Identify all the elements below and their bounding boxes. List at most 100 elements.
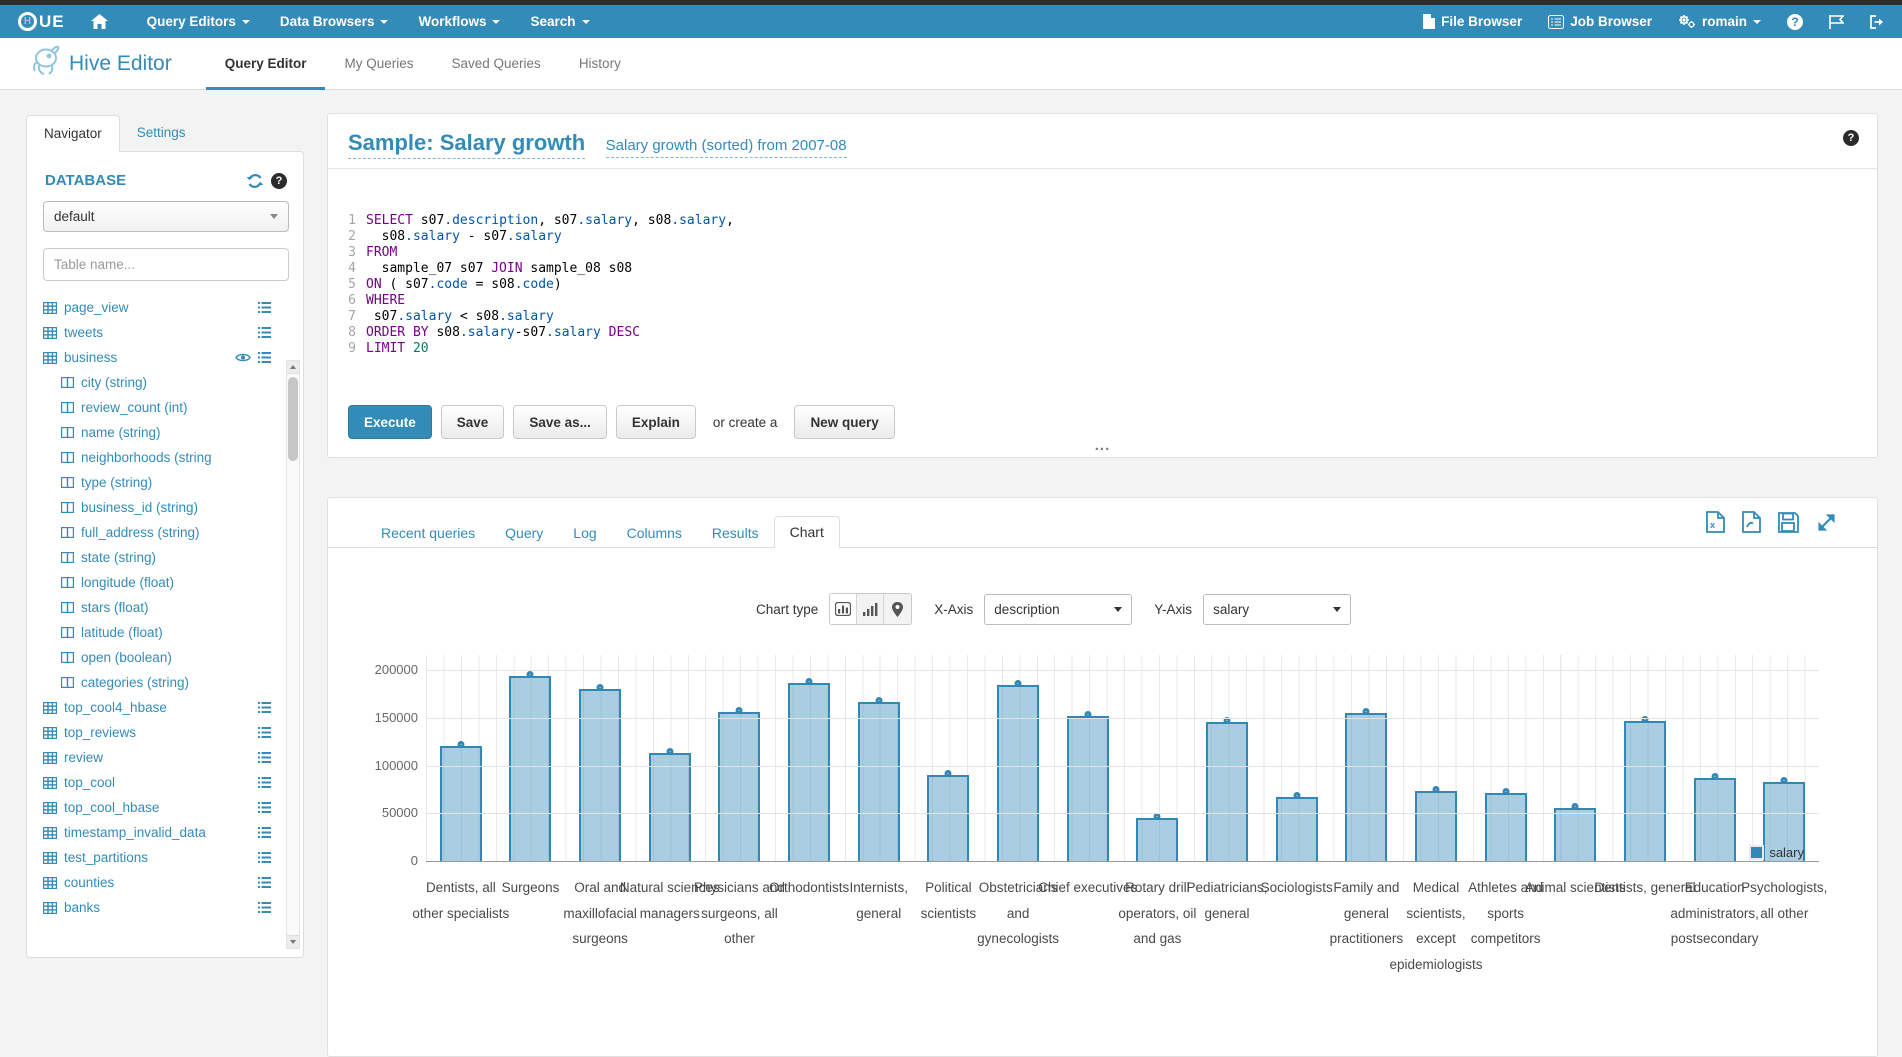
table-item-business[interactable]: business xyxy=(43,345,271,370)
help-icon[interactable]: ? xyxy=(1787,14,1803,30)
column-item-longitude[interactable]: longitude (float) xyxy=(43,570,271,595)
table-item-test_partitions[interactable]: test_partitions xyxy=(43,845,271,870)
browse-table-icon[interactable] xyxy=(258,827,271,838)
query-title[interactable]: Sample: Salary growth xyxy=(348,130,585,159)
explain-button[interactable]: Explain xyxy=(616,405,696,439)
job-browser-button[interactable]: Job Browser xyxy=(1548,5,1652,38)
sidebar-tab-settings[interactable]: Settings xyxy=(120,115,203,151)
browse-table-icon[interactable] xyxy=(258,302,271,313)
navbar-menu-workflows[interactable]: Workflows xyxy=(403,5,515,38)
browse-table-icon[interactable] xyxy=(258,702,271,713)
chart-signal-icon[interactable] xyxy=(857,594,884,624)
table-item-counties[interactable]: counties xyxy=(43,870,271,895)
sidebar-tab-navigator[interactable]: Navigator xyxy=(26,115,120,152)
new-query-button[interactable]: New query xyxy=(794,405,894,439)
save-results-icon[interactable] xyxy=(1778,511,1799,533)
tab-query-editor[interactable]: Query Editor xyxy=(206,38,326,89)
expand-icon[interactable] xyxy=(1816,511,1837,533)
browse-table-icon[interactable] xyxy=(258,777,271,788)
table-item-top_cool4_hbase[interactable]: top_cool4_hbase xyxy=(43,695,271,720)
navbar-menu-query-editors[interactable]: Query Editors xyxy=(132,5,265,38)
column-item-review_count[interactable]: review_count (int) xyxy=(43,395,271,420)
table-item-tweets[interactable]: tweets xyxy=(43,320,271,345)
navbar-menu-data-browsers[interactable]: Data Browsers xyxy=(265,5,404,38)
resize-handle[interactable]: ... xyxy=(1095,441,1111,451)
browse-table-icon[interactable] xyxy=(258,877,271,888)
browse-table-icon[interactable] xyxy=(258,852,271,863)
bar xyxy=(1415,791,1457,861)
logout-icon[interactable] xyxy=(1870,15,1886,29)
column-item-neighborhoods[interactable]: neighborhoods (string xyxy=(43,445,271,470)
refresh-icon[interactable] xyxy=(247,173,263,189)
table-item-review[interactable]: review xyxy=(43,745,271,770)
browse-table-icon[interactable] xyxy=(258,802,271,813)
scrollbar-thumb[interactable] xyxy=(288,377,298,461)
results-tab-query[interactable]: Query xyxy=(490,518,558,548)
tab-saved-queries[interactable]: Saved Queries xyxy=(433,38,560,89)
hue-logo[interactable]: H UE xyxy=(18,12,65,32)
table-name: top_reviews xyxy=(64,725,136,740)
results-tab-log[interactable]: Log xyxy=(558,518,611,548)
table-filter-input[interactable] xyxy=(43,248,289,281)
column-item-latitude[interactable]: latitude (float) xyxy=(43,620,271,645)
query-subtitle[interactable]: Salary growth (sorted) from 2007-08 xyxy=(606,137,847,158)
browse-table-icon[interactable] xyxy=(258,327,271,338)
table-item-banks[interactable]: banks xyxy=(43,895,271,920)
chart-legend[interactable]: salary xyxy=(1749,845,1804,860)
gridline xyxy=(426,718,1819,719)
table-item-top_cool[interactable]: top_cool xyxy=(43,770,271,795)
browse-table-icon[interactable] xyxy=(258,352,271,363)
code-line: 9LIMIT 20 xyxy=(328,341,1877,357)
bar xyxy=(1554,808,1596,861)
download-csv-icon[interactable] xyxy=(1742,511,1761,533)
user-menu[interactable]: romain xyxy=(1678,5,1761,38)
sidebar-scrollbar[interactable] xyxy=(286,360,300,949)
y-axis-select[interactable]: salary xyxy=(1203,594,1351,625)
download-xls-icon[interactable]: x xyxy=(1706,511,1725,533)
sql-code-editor[interactable]: 1SELECT s07.description, s07.salary, s08… xyxy=(328,169,1877,357)
browse-table-icon[interactable] xyxy=(258,752,271,763)
results-tab-recent-queries[interactable]: Recent queries xyxy=(366,518,490,548)
file-browser-button[interactable]: File Browser xyxy=(1423,5,1522,38)
save-as-button[interactable]: Save as... xyxy=(513,405,607,439)
column-item-open[interactable]: open (boolean) xyxy=(43,645,271,670)
column-item-stars[interactable]: stars (float) xyxy=(43,595,271,620)
column-item-full_address[interactable]: full_address (string) xyxy=(43,520,271,545)
execute-button[interactable]: Execute xyxy=(348,405,432,439)
results-tab-columns[interactable]: Columns xyxy=(612,518,697,548)
column-item-type[interactable]: type (string) xyxy=(43,470,271,495)
column-item-state[interactable]: state (string) xyxy=(43,545,271,570)
query-help-icon[interactable]: ? xyxy=(1843,130,1859,146)
scroll-up-icon[interactable] xyxy=(287,361,299,374)
navbar-menu-search[interactable]: Search xyxy=(515,5,604,38)
scroll-down-icon[interactable] xyxy=(287,935,299,948)
flag-icon[interactable] xyxy=(1829,15,1844,29)
table-item-page_view[interactable]: page_view xyxy=(43,295,271,320)
database-select[interactable]: default xyxy=(43,201,289,232)
gridline xyxy=(426,813,1819,814)
save-button[interactable]: Save xyxy=(441,405,505,439)
chart-map-icon[interactable] xyxy=(884,594,911,624)
gridline xyxy=(426,670,1819,671)
home-icon[interactable] xyxy=(91,14,108,29)
table-item-top_cool_hbase[interactable]: top_cool_hbase xyxy=(43,795,271,820)
tab-my-queries[interactable]: My Queries xyxy=(325,38,432,89)
column-item-city[interactable]: city (string) xyxy=(43,370,271,395)
chart-bar-icon[interactable] xyxy=(830,594,857,624)
table-item-top_reviews[interactable]: top_reviews xyxy=(43,720,271,745)
column-name: neighborhoods (string xyxy=(81,450,212,465)
line-number: 1 xyxy=(328,213,366,229)
tab-history[interactable]: History xyxy=(560,38,640,89)
eye-icon[interactable] xyxy=(235,352,251,363)
column-item-categories[interactable]: categories (string) xyxy=(43,670,271,695)
x-axis-select[interactable]: description xyxy=(984,594,1132,625)
table-item-timestamp_invalid_data[interactable]: timestamp_invalid_data xyxy=(43,820,271,845)
navbar-menu-label: Workflows xyxy=(418,14,486,29)
results-tab-chart[interactable]: Chart xyxy=(774,516,840,548)
browse-table-icon[interactable] xyxy=(258,727,271,738)
browse-table-icon[interactable] xyxy=(258,902,271,913)
column-item-name[interactable]: name (string) xyxy=(43,420,271,445)
database-help-icon[interactable]: ? xyxy=(271,173,287,189)
results-tab-results[interactable]: Results xyxy=(697,518,774,548)
column-item-business_id[interactable]: business_id (string) xyxy=(43,495,271,520)
